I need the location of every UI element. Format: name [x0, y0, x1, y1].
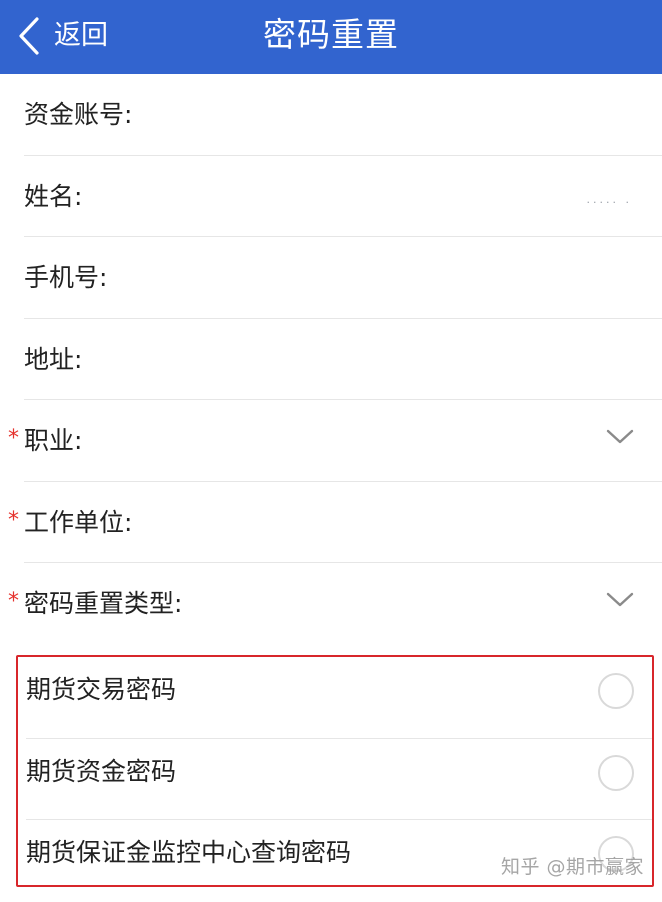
- employer-label: 工作单位:: [24, 507, 133, 537]
- address-label: 地址:: [24, 344, 83, 374]
- chevron-down-icon[interactable]: [606, 428, 634, 450]
- top-nav-bar: 返回 密码重置: [0, 0, 662, 74]
- watermark: 知乎 @期市赢家: [500, 856, 644, 878]
- required-mark: *: [8, 589, 19, 614]
- occupation-label: 职业:: [24, 426, 83, 455]
- radio-button[interactable]: [598, 754, 634, 791]
- reset-type-select[interactable]: * 密码重置类型:: [0, 563, 662, 645]
- option-futures-fund-password[interactable]: 期货资金密码: [18, 739, 652, 821]
- required-mark: *: [8, 426, 19, 451]
- employer-field[interactable]: * 工作单位:: [0, 482, 662, 564]
- occupation-select[interactable]: * 职业:: [0, 400, 662, 482]
- page-title: 密码重置: [263, 15, 399, 54]
- option-label: 期货交易密码: [26, 675, 177, 704]
- name-field[interactable]: 姓名: ····· ·: [0, 156, 662, 238]
- option-label: 期货保证金监控中心查询密码: [26, 838, 352, 867]
- fund-account-label: 资金账号:: [24, 100, 133, 129]
- reset-type-label: 密码重置类型:: [24, 589, 183, 618]
- name-masked-value: ····· ·: [586, 195, 632, 209]
- address-field[interactable]: 地址:: [0, 319, 662, 401]
- phone-field[interactable]: 手机号:: [0, 237, 662, 319]
- required-mark: *: [8, 507, 19, 533]
- option-futures-trading-password[interactable]: 期货交易密码: [18, 657, 652, 739]
- option-label: 期货资金密码: [26, 756, 177, 786]
- fund-account-field[interactable]: 资金账号:: [0, 74, 662, 156]
- radio-button[interactable]: [598, 673, 634, 709]
- reset-form: 资金账号: 姓名: ····· · 手机号: 地址: * 职业: * 工作单位:…: [0, 74, 662, 645]
- chevron-down-icon[interactable]: [606, 591, 634, 613]
- phone-label: 手机号:: [24, 263, 108, 292]
- name-label: 姓名:: [24, 181, 83, 211]
